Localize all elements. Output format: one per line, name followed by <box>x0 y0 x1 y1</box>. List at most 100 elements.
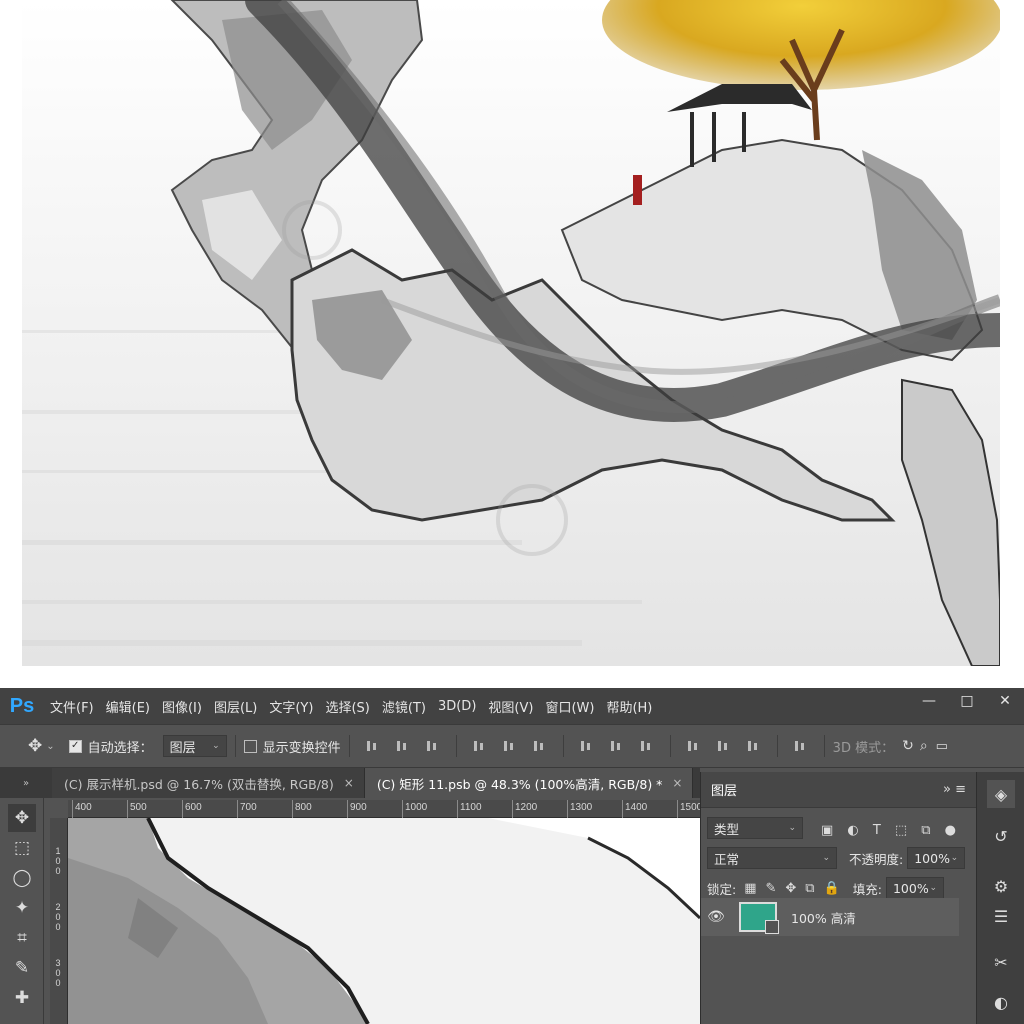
align-vcenter-icon[interactable] <box>395 738 411 754</box>
move-tool-icon[interactable]: ✥ <box>28 736 42 756</box>
menu-type[interactable]: 文字(Y) <box>269 697 313 716</box>
lock-icons[interactable]: ▦✎✥⧉🔒 <box>744 881 849 896</box>
menu-filter[interactable]: 滤镜(T) <box>382 697 426 716</box>
layers-panel-icon[interactable]: ◈ <box>987 780 1015 808</box>
close-icon[interactable]: × <box>672 776 682 790</box>
distribute-vcenter-icon[interactable] <box>609 738 625 754</box>
marquee-tool-icon[interactable]: ⬚ <box>8 834 36 862</box>
ruler-tick <box>237 800 238 818</box>
fill-input[interactable]: 100% ⌄ <box>885 877 944 899</box>
layer-name[interactable]: 100% 高清 <box>791 908 856 927</box>
figure-in-red <box>633 175 642 205</box>
fill-value: 100% <box>892 880 929 896</box>
distribute-top-icon[interactable] <box>579 738 595 754</box>
ruler-tick-label: 1500 <box>680 802 703 813</box>
shape-filter-icon[interactable]: ⬚ <box>895 823 907 838</box>
auto-align-icon[interactable] <box>793 738 809 754</box>
opacity-label: 不透明度: <box>849 851 904 867</box>
lasso-tool-icon[interactable]: ◯ <box>8 864 36 892</box>
healing-brush-tool-icon[interactable]: ✚ <box>8 984 36 1012</box>
chevron-down-icon[interactable]: ⌄ <box>46 741 54 752</box>
canvas-artwork-zoomed <box>68 818 700 1024</box>
filter-toggle-icon[interactable]: ● <box>945 823 956 838</box>
distribute-bottom-icon[interactable] <box>639 738 655 754</box>
lock-row: 锁定: ▦✎✥⧉🔒 填充: 100% ⌄ <box>707 876 944 900</box>
3d-mode-label: 3D 模式： <box>832 740 895 756</box>
layer-filter-value: 类型 <box>714 821 740 837</box>
tab-label: (C) 展示样机.psd @ 16.7% (双击替换, RGB/8) <box>64 776 334 792</box>
layer-filter-row: 类型 ⌄ ▣ ◐ T ⬚ ⧉ ● <box>707 816 965 840</box>
auto-select-checkbox[interactable] <box>68 739 82 753</box>
ruler-tick-label: 400 <box>75 802 92 813</box>
minimize-button[interactable]: — <box>910 688 948 714</box>
align-left-icon[interactable] <box>472 738 488 754</box>
smart-object-filter-icon[interactable]: ⧉ <box>921 823 930 838</box>
ruler-tick-label: 1400 <box>625 802 648 813</box>
move-tool-icon[interactable]: ✥ <box>8 804 36 832</box>
ruler-tick <box>72 800 73 818</box>
adjustment-filter-icon[interactable]: ◐ <box>847 823 858 838</box>
layer-item[interactable]: 👁 100% 高清 <box>701 898 959 936</box>
menu-image[interactable]: 图像(I) <box>162 697 202 716</box>
distribute-left-icon[interactable] <box>686 738 702 754</box>
ruler-tick-label: 2 0 0 <box>55 902 61 932</box>
tab-rectangle-psb[interactable]: (C) 矩形 11.psb @ 48.3% (100%高清, RGB/8) * … <box>364 768 694 798</box>
align-bottom-icon[interactable] <box>425 738 441 754</box>
align-hcenter-icon[interactable] <box>502 738 518 754</box>
blend-mode-dropdown[interactable]: 正常 ⌄ <box>707 847 837 869</box>
layer-filter-dropdown[interactable]: 类型 ⌄ <box>707 817 803 839</box>
ruler-tick <box>127 800 128 818</box>
chevron-down-icon: ⌄ <box>950 853 959 863</box>
document-tab-bar: » (C) 展示样机.psd @ 16.7% (双击替换, RGB/8) × (… <box>0 768 700 798</box>
fill-label: 填充: <box>852 881 882 897</box>
show-transform-checkbox[interactable] <box>243 739 257 753</box>
ruler-tick <box>347 800 348 818</box>
divider <box>348 735 350 757</box>
ruler-tick-label: 3 0 0 <box>55 958 61 988</box>
history-panel-icon[interactable]: ↺ <box>987 822 1015 850</box>
eyedropper-tool-icon[interactable]: ✎ <box>8 954 36 982</box>
menu-layer[interactable]: 图层(L) <box>214 697 257 716</box>
align-right-icon[interactable] <box>532 738 548 754</box>
pixel-filter-icon[interactable]: ▣ <box>821 823 833 838</box>
menu-help[interactable]: 帮助(H) <box>606 697 652 716</box>
tools-panel-icon[interactable]: ✂ <box>987 948 1015 976</box>
menu-file[interactable]: 文件(F) <box>50 697 94 716</box>
auto-select-dropdown[interactable]: 图层 ⌄ <box>162 735 227 757</box>
document-canvas[interactable] <box>68 818 700 1024</box>
magic-wand-tool-icon[interactable]: ✦ <box>8 894 36 922</box>
menu-bar: Ps 文件(F) 编辑(E) 图像(I) 图层(L) 文字(Y) 选择(S) 滤… <box>0 688 1024 724</box>
ruler-tick <box>677 800 678 818</box>
tab-showcase-psd[interactable]: (C) 展示样机.psd @ 16.7% (双击替换, RGB/8) × <box>52 768 365 798</box>
distribute-hcenter-icon[interactable] <box>716 738 732 754</box>
align-top-icon[interactable] <box>365 738 381 754</box>
menu-window[interactable]: 窗口(W) <box>545 697 594 716</box>
color-panel-icon[interactable]: ◐ <box>987 988 1015 1016</box>
type-filter-icon[interactable]: T <box>873 823 881 838</box>
distribute-right-icon[interactable] <box>746 738 762 754</box>
menu-3d[interactable]: 3D(D) <box>438 699 476 714</box>
restore-button[interactable]: □ <box>948 688 986 714</box>
chevron-down-icon: ⌄ <box>822 853 830 863</box>
rotate-3d-icon[interactable]: ↻ <box>902 738 914 754</box>
close-button[interactable]: ✕ <box>986 688 1024 714</box>
search-icon[interactable]: ⌕ <box>920 738 928 754</box>
workspace-icon[interactable]: ▭ <box>936 739 948 754</box>
tools-panel: ✥ ⬚ ◯ ✦ ⌗ ✎ ✚ <box>0 798 44 1024</box>
ruler-tick-label: 500 <box>130 802 147 813</box>
opacity-input[interactable]: 100% ⌄ <box>907 847 966 869</box>
properties-panel-icon[interactable]: ⚙ <box>987 872 1015 900</box>
layer-thumbnail <box>739 902 779 934</box>
collapse-toolbar-icon[interactable]: » <box>0 768 52 798</box>
menu-select[interactable]: 选择(S) <box>325 697 369 716</box>
divider <box>823 735 825 757</box>
crop-tool-icon[interactable]: ⌗ <box>8 924 36 952</box>
adjustments-panel-icon[interactable]: ☰ <box>987 902 1015 930</box>
menu-edit[interactable]: 编辑(E) <box>106 697 150 716</box>
menu-view[interactable]: 视图(V) <box>488 697 533 716</box>
collapse-panel-icon[interactable]: » ≡ <box>943 782 966 797</box>
eye-visibility-icon[interactable]: 👁 <box>701 909 731 925</box>
artwork-illustration <box>22 0 1000 666</box>
panel-title[interactable]: 图层 <box>711 780 737 799</box>
close-icon[interactable]: × <box>344 776 354 790</box>
